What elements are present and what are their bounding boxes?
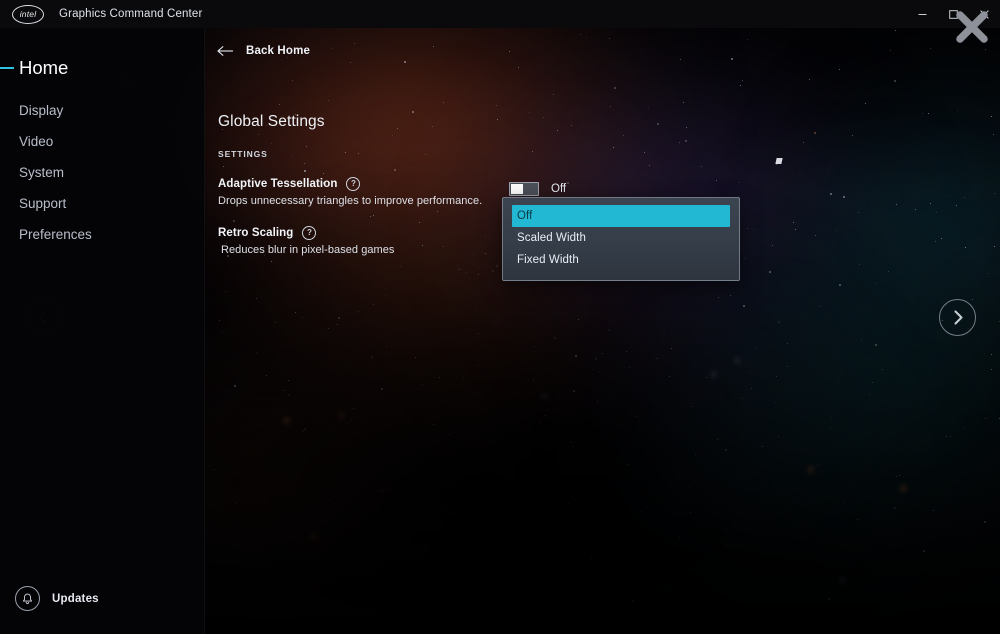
setting-name-label: Adaptive Tessellation [218,178,338,190]
carousel-next-button[interactable] [939,299,976,336]
sidebar-item-label: Display [19,103,64,118]
page-title: Global Settings [218,113,325,130]
question-circle-icon[interactable]: ? [302,226,317,240]
app-window: intel Graphics Command Center Home Displ… [0,0,1000,634]
minimize-icon[interactable] [907,0,938,28]
back-home-button[interactable]: Back Home [217,45,310,57]
sidebar-item-label: Home [19,57,69,78]
sidebar-item-label: Video [19,134,54,149]
sidebar-item-label: Support [19,196,67,211]
adaptive-tessellation-toggle[interactable] [509,182,539,196]
window-controls [907,0,1000,28]
arrow-left-icon [217,45,233,57]
setting-description: Drops unnecessary triangles to improve p… [218,195,483,207]
setting-name: Adaptive Tessellation ? [218,177,482,191]
dropdown-option-label: Scaled Width [517,232,586,244]
sidebar-item-label: Preferences [19,227,92,242]
retro-scaling-dropdown-menu: Off Scaled Width Fixed Width [502,197,740,281]
toggle-knob [511,184,523,194]
dropdown-option-off[interactable]: Off [512,205,730,227]
back-home-label: Back Home [246,45,310,57]
app-title: Graphics Command Center [59,8,203,20]
title-bar: intel Graphics Command Center [0,0,1000,28]
sidebar-item-home[interactable]: Home [0,50,205,86]
adaptive-tessellation-control: Off [509,182,566,196]
dropdown-option-label: Fixed Width [517,254,579,266]
setting-name-label: Retro Scaling [218,227,294,239]
main-content: Back Home Global Settings SETTINGS Adapt… [205,28,1000,634]
intel-logo-text: intel [19,9,37,19]
updates-button[interactable]: Updates [15,586,99,611]
sidebar: Home Display Video System Support Prefer… [0,28,205,634]
screen-artifact [775,158,783,164]
toggle-state-label: Off [551,183,567,195]
setting-description: Reduces blur in pixel-based games [221,244,395,256]
active-indicator [0,67,14,69]
intel-logo-icon: intel [12,4,44,24]
dropdown-option-scaled-width[interactable]: Scaled Width [503,227,739,249]
sidebar-item-support[interactable]: Support [0,188,205,219]
sidebar-item-display[interactable]: Display [0,95,205,126]
dropdown-option-fixed-width[interactable]: Fixed Width [503,249,739,271]
sidebar-item-preferences[interactable]: Preferences [0,219,205,250]
updates-label: Updates [52,592,99,605]
question-circle-icon[interactable]: ? [346,177,361,191]
sidebar-item-system[interactable]: System [0,157,205,188]
close-icon[interactable] [969,0,1000,28]
sidebar-nav: Home Display Video System Support Prefer… [0,50,205,250]
section-label: SETTINGS [218,149,268,159]
setting-name: Retro Scaling ? [218,226,394,240]
chevron-right-icon [954,310,963,325]
dropdown-option-label: Off [517,210,533,222]
maximize-icon[interactable] [938,0,969,28]
sidebar-item-label: System [19,165,65,180]
bell-icon [15,586,40,611]
sidebar-item-video[interactable]: Video [0,126,205,157]
